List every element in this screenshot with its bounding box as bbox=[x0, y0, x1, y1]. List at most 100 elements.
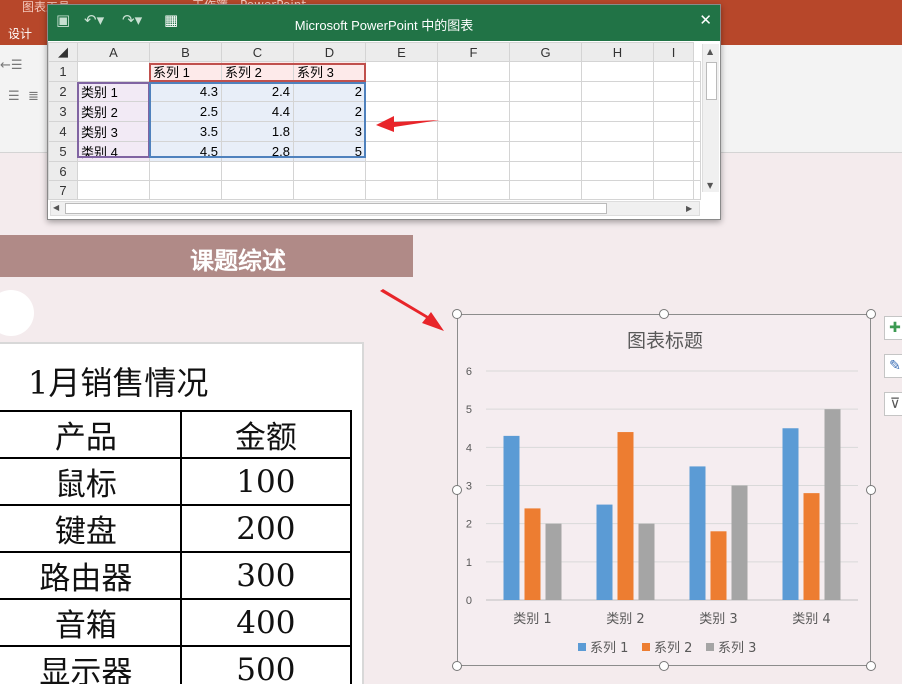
resize-handle-top-left[interactable] bbox=[452, 309, 462, 319]
sheet-cell[interactable] bbox=[581, 141, 654, 162]
horizontal-scrollbar[interactable]: ◀ bbox=[50, 201, 700, 216]
sheet-cell[interactable] bbox=[365, 180, 438, 200]
resize-handle-top[interactable] bbox=[659, 309, 669, 319]
column-header[interactable]: B bbox=[149, 42, 222, 62]
column-header[interactable]: H bbox=[581, 42, 654, 62]
resize-handle-bottom[interactable] bbox=[659, 661, 669, 671]
section-heading-band[interactable]: 课题综述 bbox=[0, 235, 413, 277]
row-header[interactable]: 2 bbox=[48, 81, 78, 102]
sheet-cell[interactable] bbox=[149, 161, 222, 181]
chart-styles-button[interactable]: ✎ bbox=[884, 354, 902, 378]
sheet-cell[interactable]: 2.5 bbox=[149, 101, 222, 122]
sheet-cell[interactable] bbox=[693, 61, 701, 82]
design-tab[interactable]: 设计 bbox=[8, 25, 32, 42]
sheet-cell[interactable] bbox=[653, 101, 694, 122]
sheet-cell[interactable] bbox=[509, 81, 582, 102]
sheet-cell[interactable]: 4.4 bbox=[221, 101, 294, 122]
indent-icon[interactable]: ←☰ bbox=[0, 58, 23, 73]
sheet-cell[interactable] bbox=[509, 180, 582, 200]
sheet-cell[interactable] bbox=[693, 81, 701, 102]
sheet-cell[interactable]: 5 bbox=[293, 141, 366, 162]
sheet-cell[interactable] bbox=[221, 161, 294, 181]
sheet-cell[interactable]: 类别 4 bbox=[77, 141, 150, 162]
align-left-icon[interactable]: ☰ bbox=[8, 89, 20, 104]
sheet-cell[interactable] bbox=[365, 161, 438, 181]
sheet-cell[interactable] bbox=[437, 121, 510, 142]
sheet-cell[interactable]: 系列 1 bbox=[149, 61, 222, 82]
sheet-cell[interactable] bbox=[693, 161, 701, 181]
chart-elements-button[interactable]: ✚ bbox=[884, 316, 902, 340]
sheet-cell[interactable]: 2 bbox=[293, 101, 366, 122]
sheet-cell[interactable] bbox=[509, 161, 582, 181]
sheet-cell[interactable] bbox=[437, 161, 510, 181]
sheet-cell[interactable]: 系列 3 bbox=[293, 61, 366, 82]
sheet-cell[interactable] bbox=[693, 141, 701, 162]
column-header[interactable]: I bbox=[653, 42, 694, 62]
resize-handle-top-right[interactable] bbox=[866, 309, 876, 319]
sheet-cell[interactable] bbox=[653, 180, 694, 200]
sheet-cell[interactable] bbox=[221, 180, 294, 200]
close-icon[interactable]: ✕ bbox=[699, 11, 712, 29]
sheet-cell[interactable] bbox=[653, 81, 694, 102]
vertical-scrollbar[interactable]: ▲ ▼ bbox=[702, 44, 719, 192]
column-header[interactable]: C bbox=[221, 42, 294, 62]
scroll-right-icon[interactable]: ▶ bbox=[686, 204, 692, 213]
sheet-cell[interactable] bbox=[365, 141, 438, 162]
sheet-cell[interactable] bbox=[653, 161, 694, 181]
sheet-cell[interactable] bbox=[365, 81, 438, 102]
sheet-cell[interactable] bbox=[437, 81, 510, 102]
row-header[interactable]: 4 bbox=[48, 121, 78, 142]
sheet-cell[interactable] bbox=[509, 121, 582, 142]
scroll-up-icon[interactable]: ▲ bbox=[707, 47, 713, 56]
sheet-cell[interactable] bbox=[293, 161, 366, 181]
sheet-cell[interactable] bbox=[77, 161, 150, 181]
row-header[interactable]: 7 bbox=[48, 180, 78, 200]
resize-handle-bottom-left[interactable] bbox=[452, 661, 462, 671]
sheet-cell[interactable] bbox=[437, 141, 510, 162]
column-header[interactable]: G bbox=[509, 42, 582, 62]
resize-handle-right[interactable] bbox=[866, 485, 876, 495]
sheet-cell[interactable] bbox=[653, 61, 694, 82]
resize-handle-bottom-right[interactable] bbox=[866, 661, 876, 671]
sheet-cell[interactable] bbox=[509, 141, 582, 162]
select-all-corner[interactable]: ◢ bbox=[48, 42, 78, 62]
sheet-cell[interactable] bbox=[693, 101, 701, 122]
resize-handle-left[interactable] bbox=[452, 485, 462, 495]
sheet-cell[interactable]: 2 bbox=[293, 81, 366, 102]
sheet-cell[interactable] bbox=[437, 101, 510, 122]
sheet-cell[interactable] bbox=[77, 180, 150, 200]
column-header[interactable]: A bbox=[77, 42, 150, 62]
sheet-cell[interactable]: 类别 3 bbox=[77, 121, 150, 142]
sheet-cell[interactable]: 2.8 bbox=[221, 141, 294, 162]
row-header[interactable]: 6 bbox=[48, 161, 78, 181]
sheet-cell[interactable] bbox=[581, 161, 654, 181]
row-header[interactable]: 3 bbox=[48, 101, 78, 122]
sheet-cell[interactable]: 4.3 bbox=[149, 81, 222, 102]
sheet-cell[interactable] bbox=[581, 81, 654, 102]
sheet-cell[interactable]: 2.4 bbox=[221, 81, 294, 102]
scroll-down-icon[interactable]: ▼ bbox=[707, 181, 713, 190]
sheet-cell[interactable] bbox=[293, 180, 366, 200]
sheet-cell[interactable]: 类别 1 bbox=[77, 81, 150, 102]
sheet-cell[interactable] bbox=[77, 61, 150, 82]
row-header[interactable]: 1 bbox=[48, 61, 78, 82]
sheet-cell[interactable] bbox=[581, 121, 654, 142]
sheet-cell[interactable]: 4.5 bbox=[149, 141, 222, 162]
sheet-cell[interactable] bbox=[509, 61, 582, 82]
sheet-cell[interactable] bbox=[581, 101, 654, 122]
column-header[interactable]: D bbox=[293, 42, 366, 62]
horizontal-scroll-thumb[interactable] bbox=[65, 203, 607, 214]
sheet-cell[interactable]: 3 bbox=[293, 121, 366, 142]
sheet-cell[interactable] bbox=[653, 141, 694, 162]
sheet-cell[interactable] bbox=[509, 101, 582, 122]
sales-table-panel[interactable]: 1月销售情况 产品 金额 鼠标 100 键盘 200 路由器 300 音箱 40… bbox=[0, 342, 364, 684]
sheet-cell[interactable]: 类别 2 bbox=[77, 101, 150, 122]
sheet-cell[interactable]: 系列 2 bbox=[221, 61, 294, 82]
sheet-cell[interactable] bbox=[693, 121, 701, 142]
sheet-cell[interactable] bbox=[365, 61, 438, 82]
sales-table[interactable]: 产品 金额 鼠标 100 键盘 200 路由器 300 音箱 400 显示器 5… bbox=[0, 410, 353, 684]
sheet-cell[interactable] bbox=[437, 61, 510, 82]
sheet-cell[interactable] bbox=[581, 61, 654, 82]
sheet-cell[interactable] bbox=[437, 180, 510, 200]
sheet-cell[interactable]: 3.5 bbox=[149, 121, 222, 142]
